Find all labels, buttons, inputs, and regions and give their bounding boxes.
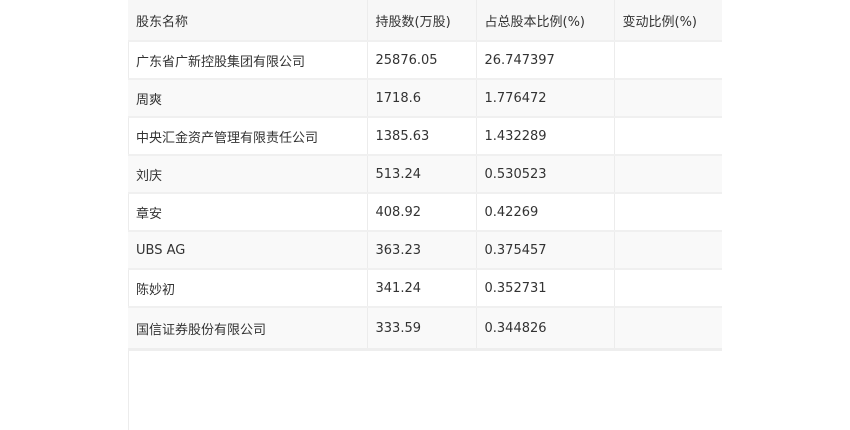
table-row: UBS AG 363.23 0.375457 xyxy=(128,231,722,270)
cell-shares: 363.23 xyxy=(367,231,477,270)
cell-shares: 408.92 xyxy=(367,193,477,232)
cell-change-ratio xyxy=(614,155,722,194)
cell-share-ratio: 0.375457 xyxy=(476,231,615,270)
table-row: 国信证券股份有限公司 333.59 0.344826 xyxy=(128,307,722,351)
header-shareholder-name: 股东名称 xyxy=(128,0,368,42)
cell-shares: 513.24 xyxy=(367,155,477,194)
table-row: 章安 408.92 0.42269 xyxy=(128,193,722,232)
table-row: 刘庆 513.24 0.530523 xyxy=(128,155,722,194)
table-body: 广东省广新控股集团有限公司 25876.05 26.747397 周爽 1718… xyxy=(128,41,722,351)
cell-shares: 25876.05 xyxy=(367,41,477,80)
table-row: 广东省广新控股集团有限公司 25876.05 26.747397 xyxy=(128,41,722,80)
cell-shareholder-name: 周爽 xyxy=(128,79,368,118)
cell-change-ratio xyxy=(614,117,722,156)
cell-change-ratio xyxy=(614,307,722,351)
cell-shareholder-name: 中央汇金资产管理有限责任公司 xyxy=(128,117,368,156)
header-change-ratio: 变动比例(%) xyxy=(614,0,722,42)
table-row: 中央汇金资产管理有限责任公司 1385.63 1.432289 xyxy=(128,117,722,156)
cell-share-ratio: 0.352731 xyxy=(476,269,615,308)
cell-shareholder-name: 章安 xyxy=(128,193,368,232)
cell-change-ratio xyxy=(614,193,722,232)
cell-share-ratio: 0.344826 xyxy=(476,307,615,351)
cell-share-ratio: 1.432289 xyxy=(476,117,615,156)
cell-shares: 333.59 xyxy=(367,307,477,351)
cell-shareholder-name: 刘庆 xyxy=(128,155,368,194)
cell-shares: 1385.63 xyxy=(367,117,477,156)
cell-change-ratio xyxy=(614,269,722,308)
cell-share-ratio: 1.776472 xyxy=(476,79,615,118)
table-row: 陈妙初 341.24 0.352731 xyxy=(128,269,722,308)
cell-shareholder-name: UBS AG xyxy=(128,231,368,270)
cell-shareholder-name: 广东省广新控股集团有限公司 xyxy=(128,41,368,80)
cell-change-ratio xyxy=(614,79,722,118)
cell-share-ratio: 0.530523 xyxy=(476,155,615,194)
header-share-ratio: 占总股本比例(%) xyxy=(476,0,615,42)
header-row: 股东名称 持股数(万股) 占总股本比例(%) 变动比例(%) xyxy=(128,0,722,42)
cell-share-ratio: 26.747397 xyxy=(476,41,615,80)
cell-shares: 341.24 xyxy=(367,269,477,308)
cell-change-ratio xyxy=(614,231,722,270)
cell-shareholder-name: 陈妙初 xyxy=(128,269,368,308)
table-header: 股东名称 持股数(万股) 占总股本比例(%) 变动比例(%) xyxy=(128,0,722,42)
cell-shareholder-name: 国信证券股份有限公司 xyxy=(128,307,368,351)
table-row: 周爽 1718.6 1.776472 xyxy=(128,79,722,118)
shareholders-table: 股东名称 持股数(万股) 占总股本比例(%) 变动比例(%) 广东省广新控股集团… xyxy=(128,0,722,351)
cell-shares: 1718.6 xyxy=(367,79,477,118)
header-shares: 持股数(万股) xyxy=(367,0,477,42)
cell-change-ratio xyxy=(614,41,722,80)
cell-share-ratio: 0.42269 xyxy=(476,193,615,232)
